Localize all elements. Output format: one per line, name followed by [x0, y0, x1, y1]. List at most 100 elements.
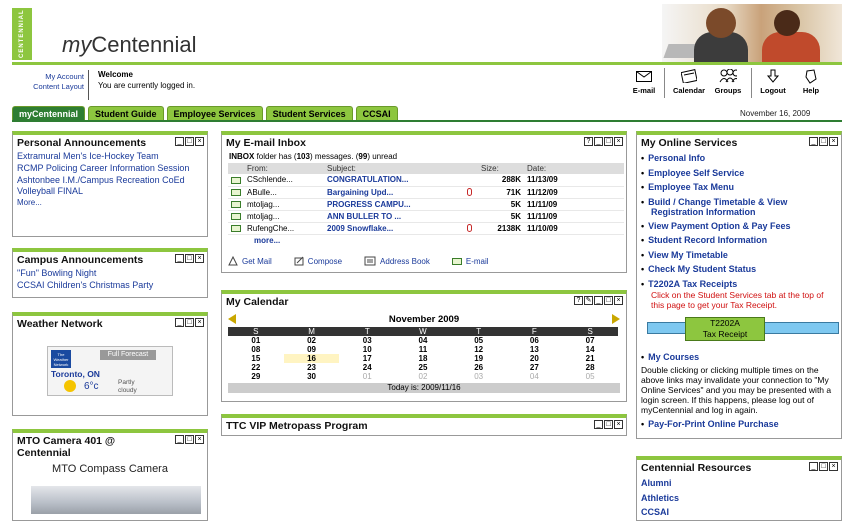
build-timetable-link[interactable]: Build / Change Timetable & View Registra…: [641, 197, 837, 217]
calendar-day[interactable]: 06: [507, 336, 563, 345]
calendar-day[interactable]: 26: [451, 363, 507, 372]
calendar-day[interactable]: 07: [562, 336, 618, 345]
announcement-link[interactable]: Extramural Men's Ice-Hockey Team: [17, 151, 203, 162]
calendar-day[interactable]: 22: [228, 363, 284, 372]
maximize-icon[interactable]: □: [185, 137, 194, 146]
check-status-link[interactable]: Check My Student Status: [641, 262, 837, 277]
calendar-day[interactable]: 08: [228, 345, 284, 354]
tab-student-guide[interactable]: Student Guide: [88, 106, 164, 120]
table-row[interactable]: ABulle... Bargaining Upd... 71K 11/12/09: [228, 186, 624, 199]
calendar-day[interactable]: 09: [284, 345, 340, 354]
compose-button[interactable]: Compose: [294, 256, 342, 266]
view-timetable-link[interactable]: View My Timetable: [641, 248, 837, 263]
maximize-icon[interactable]: □: [819, 462, 828, 471]
maximize-icon[interactable]: □: [604, 420, 613, 429]
help-tool-button[interactable]: Help: [796, 68, 826, 100]
minimize-icon[interactable]: ?: [584, 137, 593, 146]
calendar-day[interactable]: 01: [339, 372, 395, 381]
table-row[interactable]: CSchlende... CONGRATULATION... 288K 11/13/0…: [228, 174, 624, 187]
calendar-day[interactable]: 12: [451, 345, 507, 354]
calendar-day[interactable]: 03: [339, 336, 395, 345]
calendar-day[interactable]: 01: [228, 336, 284, 345]
close-icon[interactable]: ×: [195, 435, 204, 444]
maximize-icon[interactable]: □: [604, 296, 613, 305]
calendar-day[interactable]: 28: [562, 363, 618, 372]
calendar-day[interactable]: 15: [228, 354, 284, 363]
calendar-day-today[interactable]: 16: [283, 354, 340, 363]
close-icon[interactable]: ×: [829, 137, 838, 146]
close-icon[interactable]: ×: [829, 462, 838, 471]
minimize-icon[interactable]: _: [809, 462, 818, 471]
calendar-day[interactable]: 27: [507, 363, 563, 372]
calendar-day[interactable]: 23: [284, 363, 340, 372]
maximize-icon[interactable]: □: [819, 137, 828, 146]
prev-month-arrow-icon[interactable]: [228, 314, 236, 324]
calendar-day[interactable]: 18: [395, 354, 451, 363]
tab-mycentennial[interactable]: myCentennial: [12, 106, 86, 120]
maximize-icon[interactable]: □: [185, 318, 194, 327]
content-layout-link[interactable]: Content Layout: [12, 82, 84, 92]
employee-self-service-link[interactable]: Employee Self Service: [641, 166, 837, 181]
close-icon[interactable]: ×: [195, 254, 204, 263]
table-row[interactable]: RufengChe... 2009 Snowflake... 2138K 11/10/…: [228, 222, 624, 235]
tab-employee-services[interactable]: Employee Services: [166, 106, 263, 120]
tax-receipts-link[interactable]: T2202A Tax Receipts: [641, 277, 837, 292]
minimize-icon[interactable]: _: [175, 435, 184, 444]
calendar-day[interactable]: 02: [395, 372, 451, 381]
calendar-tool-button[interactable]: Calendar: [671, 68, 707, 100]
calendar-day[interactable]: 14: [562, 345, 618, 354]
close-icon[interactable]: ×: [195, 318, 204, 327]
help-icon[interactable]: ?: [574, 296, 583, 305]
calendar-day[interactable]: 29: [228, 372, 284, 381]
minimize-icon[interactable]: _: [809, 137, 818, 146]
view-payment-link[interactable]: View Payment Option & Pay Fees: [641, 219, 837, 234]
logout-tool-button[interactable]: Logout: [758, 68, 788, 100]
calendar-day[interactable]: 05: [451, 336, 507, 345]
tab-student-services[interactable]: Student Services: [265, 106, 353, 120]
alumni-link[interactable]: Alumni: [641, 476, 837, 491]
next-month-arrow-icon[interactable]: [612, 314, 620, 324]
email-tool-button[interactable]: E-mail: [630, 68, 658, 100]
get-mail-button[interactable]: Get Mail: [228, 256, 272, 266]
calendar-day[interactable]: 21: [562, 354, 618, 363]
personal-info-link[interactable]: Personal Info: [641, 151, 837, 166]
calendar-day[interactable]: 02: [284, 336, 340, 345]
ccsai-link[interactable]: CCSAI: [641, 505, 837, 520]
maximize-icon[interactable]: □: [185, 435, 194, 444]
table-row[interactable]: mtoljag... PROGRESS CAMPU... 5K 11/11/09: [228, 198, 624, 211]
close-icon[interactable]: ×: [614, 420, 623, 429]
address-book-button[interactable]: Address Book: [364, 256, 430, 266]
pay-for-print-link[interactable]: Pay-For-Print Online Purchase: [641, 417, 837, 432]
calendar-day[interactable]: 10: [339, 345, 395, 354]
athletics-link[interactable]: Athletics: [641, 491, 837, 506]
employee-tax-menu-link[interactable]: Employee Tax Menu: [641, 180, 837, 195]
calendar-day[interactable]: 24: [339, 363, 395, 372]
edit-icon[interactable]: ✎: [584, 296, 593, 305]
maximize-icon[interactable]: □: [185, 254, 194, 263]
calendar-day[interactable]: 13: [507, 345, 563, 354]
my-account-link[interactable]: My Account: [12, 72, 84, 82]
calendar-day[interactable]: 19: [451, 354, 507, 363]
calendar-day[interactable]: 04: [395, 336, 451, 345]
email-button[interactable]: E-mail: [451, 256, 489, 266]
minimize-icon[interactable]: _: [175, 318, 184, 327]
more-mail-link[interactable]: more...: [254, 236, 626, 245]
minimize-icon[interactable]: _: [594, 137, 603, 146]
minimize-icon[interactable]: _: [594, 420, 603, 429]
announcement-link[interactable]: "Fun" Bowling Night: [17, 268, 203, 279]
tax-receipt-button[interactable]: T2202A Tax Receipt: [685, 317, 765, 341]
close-icon[interactable]: ×: [614, 137, 623, 146]
maximize-icon[interactable]: □: [604, 137, 613, 146]
calendar-day[interactable]: 04: [507, 372, 563, 381]
groups-tool-button[interactable]: Groups: [711, 68, 745, 100]
full-forecast-button[interactable]: Full Forecast: [100, 350, 156, 360]
calendar-day[interactable]: 05: [562, 372, 618, 381]
tab-ccsai[interactable]: CCSAI: [355, 106, 398, 120]
minimize-icon[interactable]: _: [175, 254, 184, 263]
calendar-day[interactable]: 20: [507, 354, 563, 363]
calendar-day[interactable]: 25: [395, 363, 451, 372]
table-row[interactable]: mtoljag... ANN BULLER TO ... 5K 11/11/09: [228, 210, 624, 223]
announcement-link[interactable]: RCMP Policing Career Information Session: [17, 163, 203, 174]
close-icon[interactable]: ×: [614, 296, 623, 305]
calendar-day[interactable]: 03: [451, 372, 507, 381]
